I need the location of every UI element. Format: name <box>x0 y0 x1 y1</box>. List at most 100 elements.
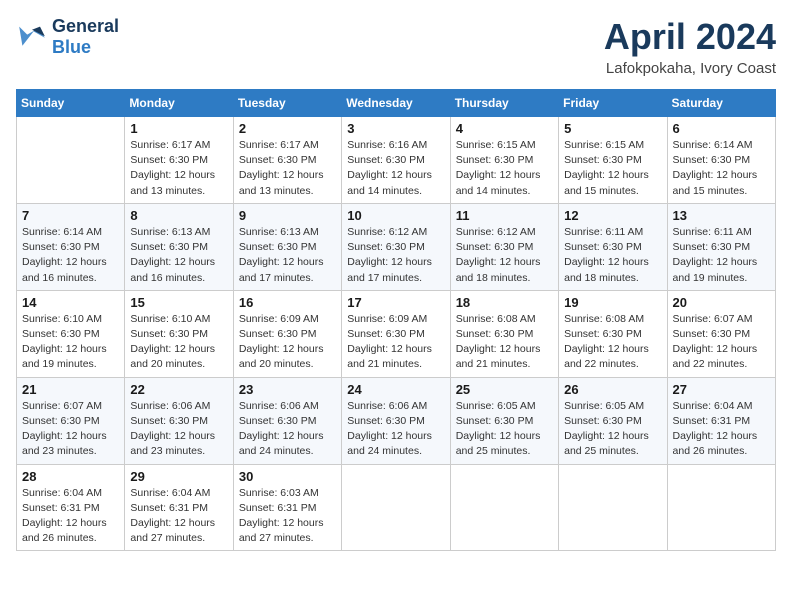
calendar-cell: 17Sunrise: 6:09 AM Sunset: 6:30 PM Dayli… <box>342 290 450 377</box>
calendar-cell <box>559 464 667 551</box>
calendar-cell: 11 Sunrise: 6:12 AM Sunset: 6:30 PM Dayli… <box>450 203 558 290</box>
day-number: 8 <box>130 208 227 223</box>
day-of-week-header: Wednesday <box>342 90 450 117</box>
day-info: Sunrise: 6:11 AM Sunset: 6:30 PM Dayligh… <box>673 225 770 286</box>
day-number: 17 <box>347 295 444 310</box>
calendar-cell: 2Sunrise: 6:17 AM Sunset: 6:30 PM Daylig… <box>233 117 341 204</box>
calendar-cell: 20Sunrise: 6:07 AM Sunset: 6:30 PM Dayli… <box>667 290 775 377</box>
day-number: 9 <box>239 208 336 223</box>
day-number: 25 <box>456 382 553 397</box>
calendar-header-row: SundayMondayTuesdayWednesdayThursdayFrid… <box>17 90 776 117</box>
calendar-week-row: 7 Sunrise: 6:14 AM Sunset: 6:30 PM Daylig… <box>17 203 776 290</box>
day-info: Sunrise: 6:03 AM Sunset: 6:31 PM Dayligh… <box>239 486 336 547</box>
day-info: Sunrise: 6:04 AM Sunset: 6:31 PM Dayligh… <box>130 486 227 547</box>
calendar-week-row: 21 Sunrise: 6:07 AM Sunset: 6:30 PM Dayli… <box>17 377 776 464</box>
day-number: 27 <box>673 382 770 397</box>
day-number: 18 <box>456 295 553 310</box>
day-number: 5 <box>564 121 661 136</box>
logo: General Blue <box>16 16 119 57</box>
day-of-week-header: Thursday <box>450 90 558 117</box>
day-info: Sunrise: 6:11 AM Sunset: 6:30 PM Dayligh… <box>564 225 661 286</box>
day-info: Sunrise: 6:16 AM Sunset: 6:30 PM Dayligh… <box>347 138 444 199</box>
calendar-cell: 27 Sunrise: 6:04 AM Sunset: 6:31 PM Dayli… <box>667 377 775 464</box>
day-info: Sunrise: 6:14 AM Sunset: 6:30 PM Dayligh… <box>22 225 119 286</box>
day-number: 15 <box>130 295 227 310</box>
day-info: Sunrise: 6:17 AM Sunset: 6:30 PM Dayligh… <box>130 138 227 199</box>
day-info: Sunrise: 6:05 AM Sunset: 6:30 PM Dayligh… <box>564 399 661 460</box>
day-info: Sunrise: 6:12 AM Sunset: 6:30 PM Dayligh… <box>456 225 553 286</box>
day-number: 30 <box>239 469 336 484</box>
calendar-title: April 2024 <box>604 16 776 58</box>
calendar-cell: 13 Sunrise: 6:11 AM Sunset: 6:30 PM Dayli… <box>667 203 775 290</box>
day-info: Sunrise: 6:08 AM Sunset: 6:30 PM Dayligh… <box>564 312 661 373</box>
day-info: Sunrise: 6:09 AM Sunset: 6:30 PM Dayligh… <box>239 312 336 373</box>
day-number: 4 <box>456 121 553 136</box>
calendar-cell: 24 Sunrise: 6:06 AM Sunset: 6:30 PM Dayli… <box>342 377 450 464</box>
calendar-cell: 22 Sunrise: 6:06 AM Sunset: 6:30 PM Dayli… <box>125 377 233 464</box>
day-number: 14 <box>22 295 119 310</box>
page-header: General Blue April 2024 Lafokpokaha, Ivo… <box>16 16 776 77</box>
day-info: Sunrise: 6:07 AM Sunset: 6:30 PM Dayligh… <box>673 312 770 373</box>
day-info: Sunrise: 6:10 AM Sunset: 6:30 PM Dayligh… <box>130 312 227 373</box>
day-of-week-header: Saturday <box>667 90 775 117</box>
day-info: Sunrise: 6:15 AM Sunset: 6:30 PM Dayligh… <box>564 138 661 199</box>
day-number: 22 <box>130 382 227 397</box>
day-number: 11 <box>456 208 553 223</box>
calendar-cell: 9 Sunrise: 6:13 AM Sunset: 6:30 PM Daylig… <box>233 203 341 290</box>
day-info: Sunrise: 6:06 AM Sunset: 6:30 PM Dayligh… <box>130 399 227 460</box>
day-number: 6 <box>673 121 770 136</box>
logo-text: General Blue <box>52 16 119 57</box>
calendar-cell <box>342 464 450 551</box>
day-number: 13 <box>673 208 770 223</box>
day-number: 10 <box>347 208 444 223</box>
day-number: 1 <box>130 121 227 136</box>
calendar-cell: 25 Sunrise: 6:05 AM Sunset: 6:30 PM Dayli… <box>450 377 558 464</box>
calendar-cell: 18 Sunrise: 6:08 AM Sunset: 6:30 PM Dayli… <box>450 290 558 377</box>
calendar-cell: 19Sunrise: 6:08 AM Sunset: 6:30 PM Dayli… <box>559 290 667 377</box>
day-info: Sunrise: 6:10 AM Sunset: 6:30 PM Dayligh… <box>22 312 119 373</box>
calendar-cell <box>17 117 125 204</box>
calendar-cell: 29 Sunrise: 6:04 AM Sunset: 6:31 PM Dayli… <box>125 464 233 551</box>
day-number: 7 <box>22 208 119 223</box>
calendar-cell: 8 Sunrise: 6:13 AM Sunset: 6:30 PM Daylig… <box>125 203 233 290</box>
day-of-week-header: Tuesday <box>233 90 341 117</box>
calendar-cell: 4 Sunrise: 6:15 AM Sunset: 6:30 PM Daylig… <box>450 117 558 204</box>
day-number: 23 <box>239 382 336 397</box>
calendar-cell: 7 Sunrise: 6:14 AM Sunset: 6:30 PM Daylig… <box>17 203 125 290</box>
calendar-cell: 14 Sunrise: 6:10 AM Sunset: 6:30 PM Dayli… <box>17 290 125 377</box>
day-info: Sunrise: 6:07 AM Sunset: 6:30 PM Dayligh… <box>22 399 119 460</box>
calendar-cell: 23 Sunrise: 6:06 AM Sunset: 6:30 PM Dayli… <box>233 377 341 464</box>
calendar-cell: 26 Sunrise: 6:05 AM Sunset: 6:30 PM Dayli… <box>559 377 667 464</box>
day-info: Sunrise: 6:06 AM Sunset: 6:30 PM Dayligh… <box>347 399 444 460</box>
day-info: Sunrise: 6:08 AM Sunset: 6:30 PM Dayligh… <box>456 312 553 373</box>
calendar-subtitle: Lafokpokaha, Ivory Coast <box>604 60 776 77</box>
calendar-cell: 12Sunrise: 6:11 AM Sunset: 6:30 PM Dayli… <box>559 203 667 290</box>
day-info: Sunrise: 6:04 AM Sunset: 6:31 PM Dayligh… <box>673 399 770 460</box>
logo-icon <box>16 23 48 51</box>
day-info: Sunrise: 6:05 AM Sunset: 6:30 PM Dayligh… <box>456 399 553 460</box>
day-info: Sunrise: 6:13 AM Sunset: 6:30 PM Dayligh… <box>239 225 336 286</box>
day-number: 21 <box>22 382 119 397</box>
calendar-cell <box>667 464 775 551</box>
calendar-week-row: 1 Sunrise: 6:17 AM Sunset: 6:30 PM Daylig… <box>17 117 776 204</box>
day-info: Sunrise: 6:06 AM Sunset: 6:30 PM Dayligh… <box>239 399 336 460</box>
day-of-week-header: Friday <box>559 90 667 117</box>
day-number: 24 <box>347 382 444 397</box>
calendar-cell: 28Sunrise: 6:04 AM Sunset: 6:31 PM Dayli… <box>17 464 125 551</box>
day-info: Sunrise: 6:04 AM Sunset: 6:31 PM Dayligh… <box>22 486 119 547</box>
day-info: Sunrise: 6:12 AM Sunset: 6:30 PM Dayligh… <box>347 225 444 286</box>
day-info: Sunrise: 6:15 AM Sunset: 6:30 PM Dayligh… <box>456 138 553 199</box>
calendar-cell: 30 Sunrise: 6:03 AM Sunset: 6:31 PM Dayli… <box>233 464 341 551</box>
calendar-cell: 5 Sunrise: 6:15 AM Sunset: 6:30 PM Daylig… <box>559 117 667 204</box>
day-number: 2 <box>239 121 336 136</box>
day-number: 29 <box>130 469 227 484</box>
calendar-cell: 16Sunrise: 6:09 AM Sunset: 6:30 PM Dayli… <box>233 290 341 377</box>
calendar-cell: 3 Sunrise: 6:16 AM Sunset: 6:30 PM Daylig… <box>342 117 450 204</box>
calendar-week-row: 28Sunrise: 6:04 AM Sunset: 6:31 PM Dayli… <box>17 464 776 551</box>
calendar-cell: 15 Sunrise: 6:10 AM Sunset: 6:30 PM Dayli… <box>125 290 233 377</box>
calendar-cell: 6Sunrise: 6:14 AM Sunset: 6:30 PM Daylig… <box>667 117 775 204</box>
day-number: 3 <box>347 121 444 136</box>
day-number: 26 <box>564 382 661 397</box>
calendar-cell: 21 Sunrise: 6:07 AM Sunset: 6:30 PM Dayli… <box>17 377 125 464</box>
day-info: Sunrise: 6:13 AM Sunset: 6:30 PM Dayligh… <box>130 225 227 286</box>
